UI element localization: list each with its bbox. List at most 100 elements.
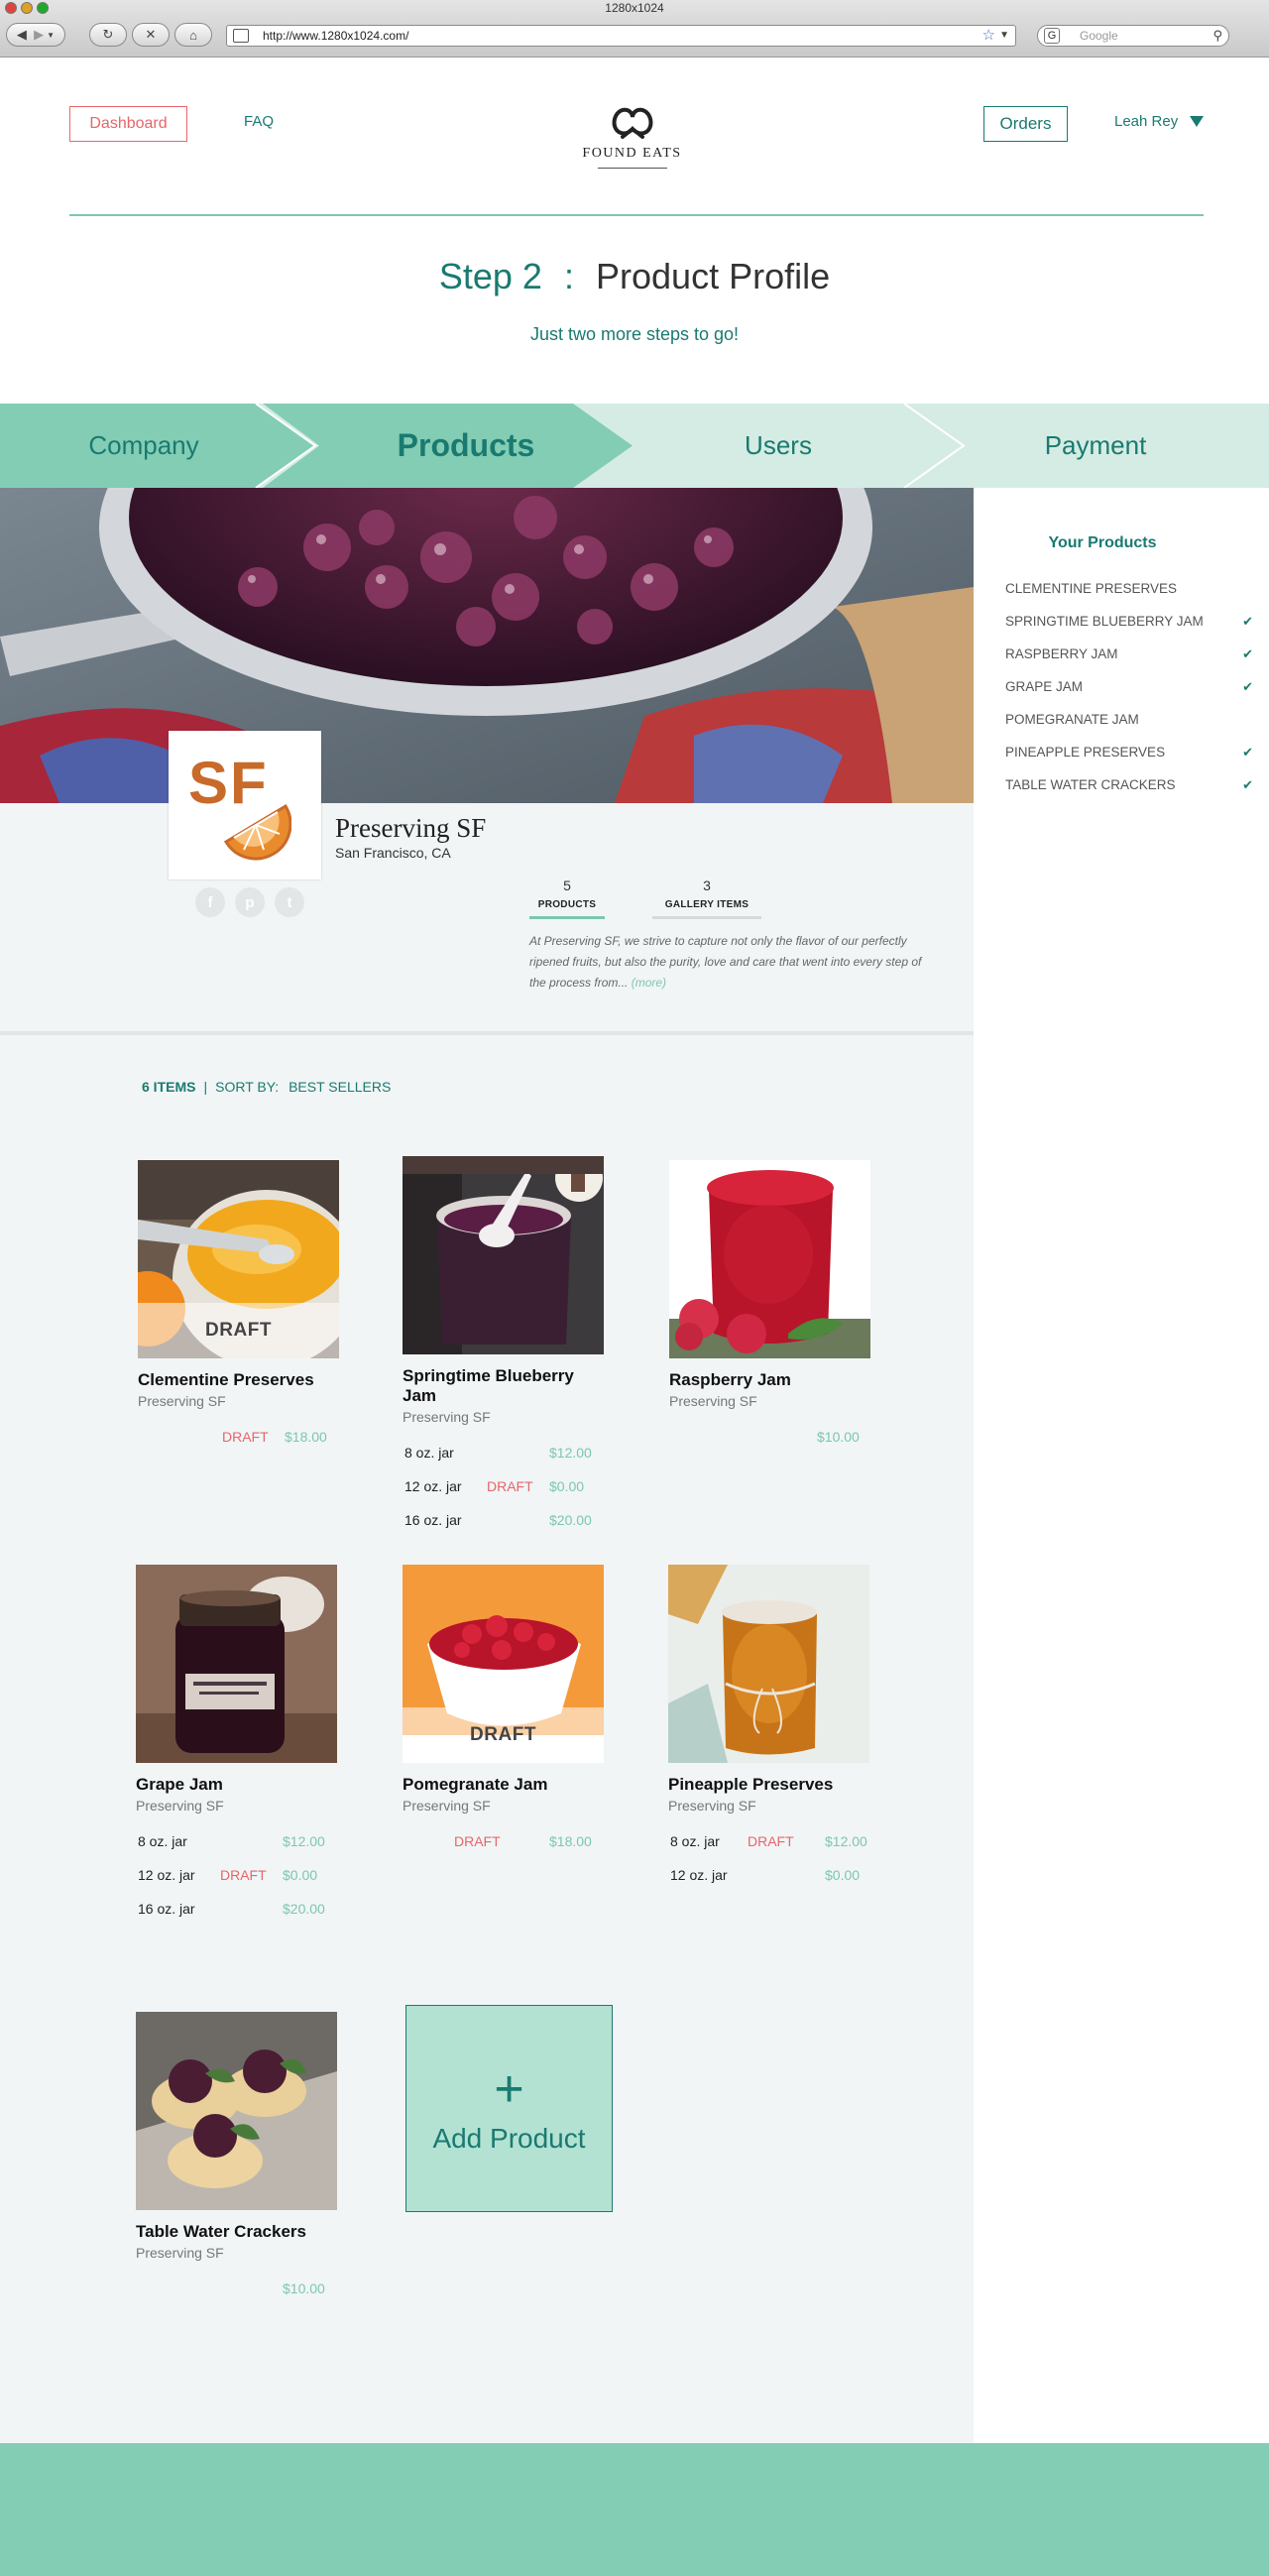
variant-price: $10.00 (283, 2281, 325, 2296)
pineapple-jar-image (668, 1565, 869, 1763)
plus-icon: + (494, 2059, 524, 2118)
search-icon[interactable]: ⚲ (1212, 26, 1222, 46)
history-dropdown-icon[interactable]: ▼ (47, 31, 55, 40)
orders-button[interactable]: Orders (983, 106, 1068, 142)
product-card-crackers[interactable]: Table Water Crackers Preserving SF $10.0… (136, 2012, 344, 2304)
product-card-pomegranate[interactable]: DRAFT Pomegranate Jam Preserving SF DRAF… (403, 1565, 611, 1857)
product-title[interactable]: Table Water Crackers (136, 2222, 344, 2242)
minimize-window-button[interactable] (21, 2, 33, 14)
zoom-window-button[interactable] (37, 2, 49, 14)
user-name[interactable]: Leah Rey (1114, 113, 1178, 130)
dashboard-button[interactable]: Dashboard (69, 106, 187, 142)
variant-size: 8 oz. jar (138, 1833, 187, 1849)
product-title[interactable]: Pomegranate Jam (403, 1775, 611, 1795)
product-image[interactable] (136, 1565, 337, 1763)
check-icon: ✔ (1242, 679, 1253, 694)
stat-gallery-underline (652, 916, 761, 919)
sidebar-item-raspberry-jam[interactable]: RASPBERRY JAM ✔ (1005, 646, 1253, 679)
stat-products-label: PRODUCTS (537, 899, 597, 910)
sidebar-item-pineapple-preserves[interactable]: PINEAPPLE PRESERVES ✔ (1005, 745, 1253, 777)
variant-list: $10.00 (136, 2271, 344, 2304)
sidebar-item-grape-jam[interactable]: GRAPE JAM ✔ (1005, 679, 1253, 712)
back-forward-buttons[interactable]: ◀ ▶ ▼ (6, 23, 65, 47)
facebook-icon[interactable]: f (195, 887, 225, 917)
close-window-button[interactable] (5, 2, 17, 14)
variant-size: 12 oz. jar (404, 1478, 462, 1494)
product-image[interactable] (136, 2012, 337, 2210)
product-title[interactable]: Raspberry Jam (669, 1370, 877, 1390)
sidebar-item-pomegranate-jam[interactable]: POMEGRANATE JAM (1005, 712, 1253, 745)
profile-divider (0, 1031, 974, 1035)
product-card-grape[interactable]: Grape Jam Preserving SF 8 oz. jar $12.00… (136, 1565, 344, 1925)
variant-price: $10.00 (817, 1429, 860, 1445)
product-card-pineapple[interactable]: Pineapple Preserves Preserving SF 8 oz. … (668, 1565, 876, 1891)
bookmark-star-icon[interactable]: ☆ (982, 26, 995, 46)
step-tab-company[interactable]: Company (0, 404, 288, 488)
draft-overlay: DRAFT (403, 1707, 604, 1763)
pinterest-icon[interactable]: p (235, 887, 265, 917)
pretzel-icon (612, 107, 652, 139)
sidebar-item-table-water-crackers[interactable]: TABLE WATER CRACKERS ✔ (1005, 777, 1253, 810)
variant-row: 16 oz. jar $20.00 (403, 1502, 611, 1536)
sidebar-item-springtime-blueberry-jam[interactable]: SPRINGTIME BLUEBERRY JAM ✔ (1005, 614, 1253, 646)
step-tab-products[interactable]: Products (297, 404, 634, 488)
variant-row: DRAFT $18.00 (403, 1823, 611, 1857)
variant-size: 8 oz. jar (670, 1833, 720, 1849)
product-card-clementine[interactable]: DRAFT Clementine Preserves Preserving SF… (138, 1160, 346, 1453)
product-vendor: Preserving SF (136, 2245, 224, 2261)
stat-gallery[interactable]: 3 GALLERY ITEMS (652, 878, 761, 919)
faq-link[interactable]: FAQ (244, 113, 274, 130)
back-icon[interactable]: ◀ (17, 27, 27, 43)
product-image[interactable] (669, 1160, 870, 1358)
about-more-link[interactable]: (more) (632, 976, 666, 990)
url-text[interactable]: http://www.1280x1024.com/ (263, 29, 408, 43)
address-bar[interactable]: http://www.1280x1024.com/ ☆ ▼ (226, 25, 1016, 47)
variant-size: 12 oz. jar (138, 1867, 195, 1883)
reload-button[interactable]: ↻ (89, 23, 127, 47)
stop-button[interactable]: ✕ (132, 23, 170, 47)
variant-row: 8 oz. jar $12.00 (403, 1435, 611, 1468)
sidebar-item-label: SPRINGTIME BLUEBERRY JAM (1005, 614, 1204, 629)
sort-label: SORT BY: (215, 1079, 280, 1095)
step-name: Product Profile (596, 256, 831, 296)
browser-toolbar: ◀ ▶ ▼ ↻ ✕ ⌂ http://www.1280x1024.com/ ☆ ▼… (0, 20, 1269, 52)
product-title[interactable]: Clementine Preserves (138, 1370, 346, 1390)
brand-logo[interactable]: FOUND EATS (555, 99, 709, 169)
window-title-text: 1280x1024 (605, 1, 664, 15)
twitter-icon[interactable]: t (275, 887, 304, 917)
forward-icon[interactable]: ▶ (34, 27, 44, 43)
product-image[interactable] (403, 1156, 604, 1354)
raspberry-jar-image (669, 1160, 870, 1358)
reload-icon: ↻ (102, 27, 114, 42)
variant-row: 8 oz. jar $12.00 (136, 1823, 344, 1857)
variant-row: 16 oz. jar $20.00 (136, 1891, 344, 1925)
google-icon[interactable]: G (1044, 28, 1060, 44)
step-tab-payment[interactable]: Payment (952, 404, 1239, 488)
item-count: 6 ITEMS (142, 1079, 196, 1095)
user-menu[interactable]: Leah Rey (1114, 113, 1205, 130)
search-field[interactable]: G Google ⚲ (1037, 25, 1229, 47)
company-logo[interactable]: SF (169, 731, 321, 879)
company-name: Preserving SF (335, 813, 487, 843)
product-image[interactable]: DRAFT (138, 1160, 339, 1358)
home-button[interactable]: ⌂ (174, 23, 212, 47)
step-tab-users[interactable]: Users (634, 404, 922, 488)
variant-price: $20.00 (283, 1901, 325, 1917)
add-product-button[interactable]: + Add Product (405, 2005, 613, 2212)
check-icon: ✔ (1242, 646, 1253, 661)
product-image[interactable]: DRAFT (403, 1565, 604, 1763)
check-icon: ✔ (1242, 614, 1253, 629)
url-dropdown-icon[interactable]: ▼ (999, 26, 1009, 46)
sidebar-item-clementine-preserves[interactable]: CLEMENTINE PRESERVES (1005, 581, 1253, 614)
product-card-blueberry[interactable]: Springtime Blueberry Jam Preserving SF 8… (403, 1156, 611, 1536)
product-title[interactable]: Pineapple Preserves (668, 1775, 876, 1795)
product-image[interactable] (668, 1565, 869, 1763)
product-card-raspberry[interactable]: Raspberry Jam Preserving SF $10.00 (669, 1160, 877, 1453)
product-title[interactable]: Grape Jam (136, 1775, 344, 1795)
stop-icon: ✕ (145, 27, 157, 42)
caret-down-icon[interactable] (1190, 116, 1205, 127)
stat-products[interactable]: 5 PRODUCTS (529, 878, 605, 919)
sort-dropdown[interactable]: BEST SELLERS (288, 1079, 391, 1095)
product-title[interactable]: Springtime Blueberry Jam (403, 1366, 611, 1406)
main-content: SF Preserving SF San Francisco, CA f p t… (0, 488, 974, 2443)
